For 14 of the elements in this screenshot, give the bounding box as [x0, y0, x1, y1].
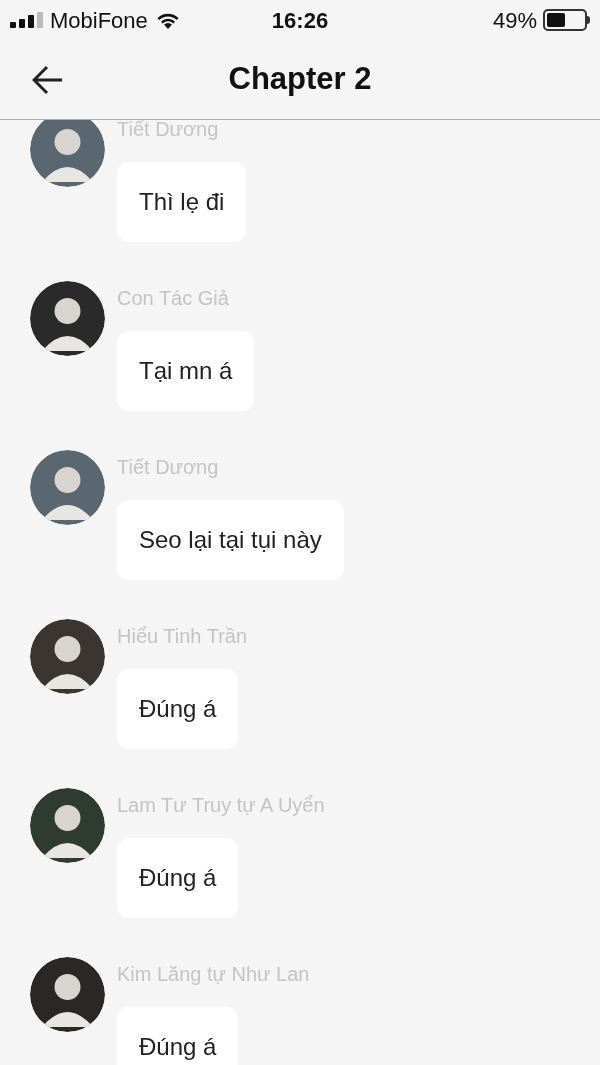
wifi-icon [155, 11, 180, 29]
message-bubble: Tại mn á [117, 331, 255, 411]
chapter-title: Chapter 2 [228, 60, 372, 99]
message-bubble: Đúng á [117, 1007, 239, 1065]
message-bubble: Thì lẹ đi [117, 162, 247, 242]
battery-percentage: 49% [492, 6, 537, 35]
battery-icon [543, 9, 590, 31]
clock-time: 16:26 [271, 6, 329, 35]
back-arrow-icon [32, 64, 64, 95]
message-bubble: Seo lại tại tụi này [117, 500, 344, 580]
signal-icon [10, 12, 44, 28]
carrier-name: MobiFone [50, 6, 148, 35]
message-bubble: Đúng á [117, 669, 239, 749]
message-bubble: Đúng á [117, 838, 239, 918]
